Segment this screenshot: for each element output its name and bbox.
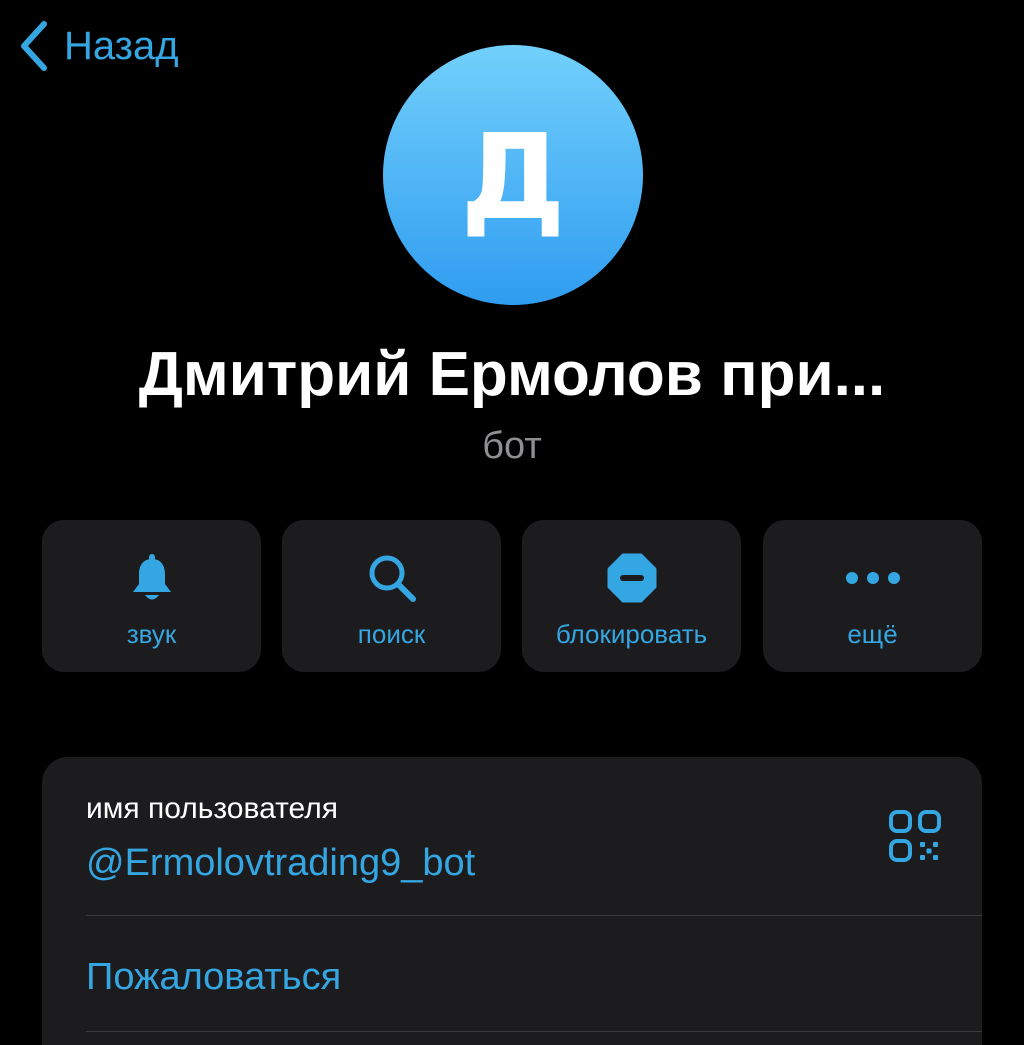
qr-code-icon — [889, 810, 941, 862]
block-button[interactable]: блокировать — [522, 520, 741, 672]
search-label: поиск — [357, 619, 426, 649]
avatar[interactable]: Д — [383, 45, 643, 305]
block-label: блокировать — [555, 619, 708, 649]
sound-label: звук — [126, 619, 177, 649]
search-icon — [369, 555, 416, 602]
username-link[interactable]: @Ermolovtrading9_bot — [86, 839, 475, 887]
more-button[interactable]: ещё — [763, 520, 982, 672]
bell-icon — [132, 554, 171, 600]
back-label: Назад — [64, 24, 179, 68]
search-button[interactable]: поиск — [282, 520, 501, 672]
avatar-letter: Д — [460, 108, 566, 246]
qr-code-button[interactable] — [888, 809, 942, 868]
report-button[interactable]: Пожаловаться — [86, 953, 341, 1001]
sound-button[interactable]: звук — [42, 520, 261, 672]
chevron-left-icon — [21, 21, 47, 71]
profile-name: Дмитрий Ермолов при... — [138, 340, 886, 409]
divider — [86, 1031, 982, 1032]
more-icon — [845, 572, 900, 584]
divider — [86, 915, 982, 916]
action-buttons: звук поиск блокировать ещё — [42, 520, 982, 672]
profile-subtitle: бот — [482, 425, 542, 467]
profile-screen: Назад Д Дмитрий Ермолов при... бот звук — [0, 0, 1024, 1045]
username-caption: имя пользователя — [86, 792, 338, 825]
back-button[interactable]: Назад — [18, 18, 179, 74]
more-label: ещё — [847, 619, 898, 649]
block-icon — [607, 553, 656, 603]
info-card: имя пользователя @Ermolovtrading9_bot По… — [42, 757, 982, 1045]
